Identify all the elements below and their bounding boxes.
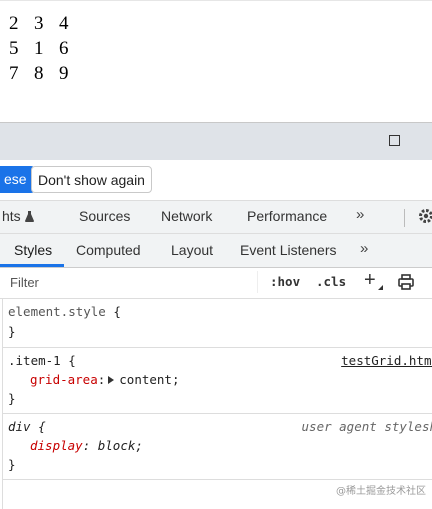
grid-cell: 8 — [34, 63, 44, 84]
caret-icon — [378, 285, 383, 290]
rule-header: div { — [8, 419, 46, 434]
grid-cell: 9 — [59, 63, 69, 84]
styles-subtabbar: Styles Computed Layout Event Listeners » — [0, 234, 432, 268]
close-brace: } — [8, 324, 16, 339]
grid-cell: 6 — [59, 38, 69, 59]
more-subtabs-button[interactable]: » — [360, 240, 368, 257]
source-link[interactable]: testGrid.html — [341, 353, 432, 368]
grid-cell: 5 — [9, 38, 19, 59]
tab-layout[interactable]: Layout — [171, 242, 213, 258]
close-brace: } — [8, 391, 16, 406]
tab-event-listeners[interactable]: Event Listeners — [240, 242, 337, 258]
rule-div-user-agent: div { user agent stylesh display: block;… — [3, 414, 432, 480]
rule-header: .item-1 { — [8, 353, 76, 368]
close-brace: } — [8, 457, 16, 472]
more-tabs-button[interactable]: » — [356, 206, 364, 223]
rule-item-1: .item-1 { testGrid.html grid-area: conten… — [3, 348, 432, 414]
page-preview: 234 516 789 — [0, 0, 432, 123]
grid-cell: 4 — [59, 13, 69, 34]
property-name: display — [30, 438, 83, 453]
tab-network[interactable]: Network — [161, 208, 212, 224]
styles-rules-pane: element.style { } .item-1 { testGrid.htm… — [2, 299, 432, 509]
filter-input[interactable] — [6, 271, 258, 293]
cls-toggle[interactable]: .cls — [316, 274, 346, 289]
grid-cell: 3 — [34, 13, 44, 34]
tab-styles[interactable]: Styles — [14, 242, 52, 258]
divider — [404, 209, 405, 227]
tab-insights[interactable]: hts — [2, 208, 34, 224]
declaration: display: block; — [30, 438, 143, 453]
active-tab-indicator — [0, 264, 64, 267]
gear-icon[interactable] — [418, 208, 432, 224]
new-rule-button[interactable]: + — [364, 269, 376, 292]
tab-insights-label: hts — [2, 208, 21, 224]
grid-cell: 7 — [9, 63, 19, 84]
close-infobar-button[interactable]: ese — [0, 166, 35, 193]
main-tabbar: hts Sources Network Performance » — [0, 201, 432, 234]
tab-sources[interactable]: Sources — [79, 208, 130, 224]
tab-performance[interactable]: Performance — [247, 208, 327, 224]
rule-header: element.style { — [8, 304, 121, 319]
dont-show-again-button[interactable]: Don't show again — [31, 166, 152, 193]
grid-row-3: 789 — [9, 63, 84, 85]
property-name[interactable]: grid-area — [30, 372, 98, 387]
watermark: @稀土掘金技术社区 — [336, 486, 426, 497]
tab-computed[interactable]: Computed — [76, 242, 141, 258]
infobar: ese Don't show again — [0, 160, 432, 201]
open-brace: { — [68, 353, 76, 368]
devtools-panel: ese Don't show again hts Sources Network… — [0, 122, 432, 509]
declaration: grid-area: content; — [30, 372, 180, 387]
grid-row-1: 234 — [9, 13, 84, 35]
computed-styles-toggle-icon[interactable] — [398, 274, 414, 290]
selector[interactable]: element.style — [8, 304, 106, 319]
expand-triangle-icon[interactable] — [108, 376, 115, 384]
hov-toggle[interactable]: :hov — [270, 274, 300, 289]
filter-bar: :hov .cls + — [0, 268, 432, 299]
open-brace: { — [113, 304, 121, 319]
user-agent-stylesheet-label: user agent stylesh — [301, 419, 432, 434]
devtools-titlebar — [0, 123, 432, 160]
grid-cell: 1 — [34, 38, 44, 59]
selector[interactable]: div — [8, 419, 31, 434]
rule-element-style: element.style { } — [3, 299, 432, 348]
grid-cell: 2 — [9, 13, 19, 34]
grid-row-2: 516 — [9, 38, 84, 60]
maximize-icon[interactable] — [389, 135, 400, 146]
selector[interactable]: .item-1 — [8, 353, 61, 368]
open-brace: { — [38, 419, 46, 434]
property-value: block; — [97, 438, 143, 453]
property-value[interactable]: content; — [119, 372, 179, 387]
flask-icon — [24, 211, 34, 222]
